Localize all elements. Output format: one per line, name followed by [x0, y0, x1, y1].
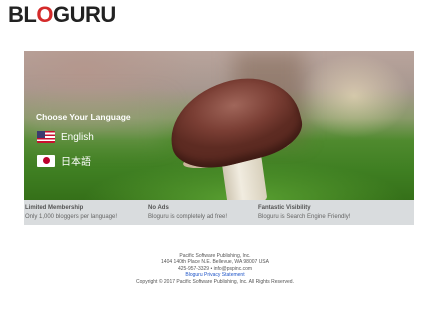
logo-text-bl: BL: [8, 2, 37, 27]
feature-heading: No Ads: [148, 205, 169, 211]
japan-flag-icon: [37, 154, 55, 167]
feature-text: Bloguru is Search Engine Friendly!: [258, 214, 351, 220]
hero-banner: Choose Your Language English 日本語: [24, 51, 414, 200]
us-flag-icon: [37, 131, 55, 143]
feature-limited-membership: Limited Membership Only 1,000 bloggers p…: [24, 200, 148, 225]
logo-text-guru: GURU: [52, 2, 116, 27]
feature-heading: Fantastic Visibility: [258, 205, 311, 211]
footer-copyright: Copyright © 2017 Pacific Software Publis…: [136, 278, 294, 285]
choose-language-heading: Choose Your Language: [36, 112, 131, 122]
feature-text: Bloguru is completely ad free!: [148, 214, 228, 220]
feature-heading: Limited Membership: [25, 205, 84, 211]
bloguru-logo[interactable]: BLOGURU: [8, 3, 116, 27]
logo-text-o: O: [36, 2, 53, 27]
footer: Pacific Software Publishing, Inc. 1404 1…: [0, 253, 430, 285]
features-bar: Limited Membership Only 1,000 bloggers p…: [24, 200, 414, 225]
language-label: English: [61, 131, 94, 143]
feature-text: Only 1,000 bloggers per language!: [25, 214, 118, 220]
feature-fantastic-visibility: Fantastic Visibility Bloguru is Search E…: [257, 200, 382, 225]
language-option-japanese[interactable]: 日本語: [37, 153, 91, 168]
feature-no-ads: No Ads Bloguru is completely ad free!: [148, 200, 257, 225]
language-label: 日本語: [61, 157, 91, 168]
language-option-english[interactable]: English: [37, 131, 94, 143]
